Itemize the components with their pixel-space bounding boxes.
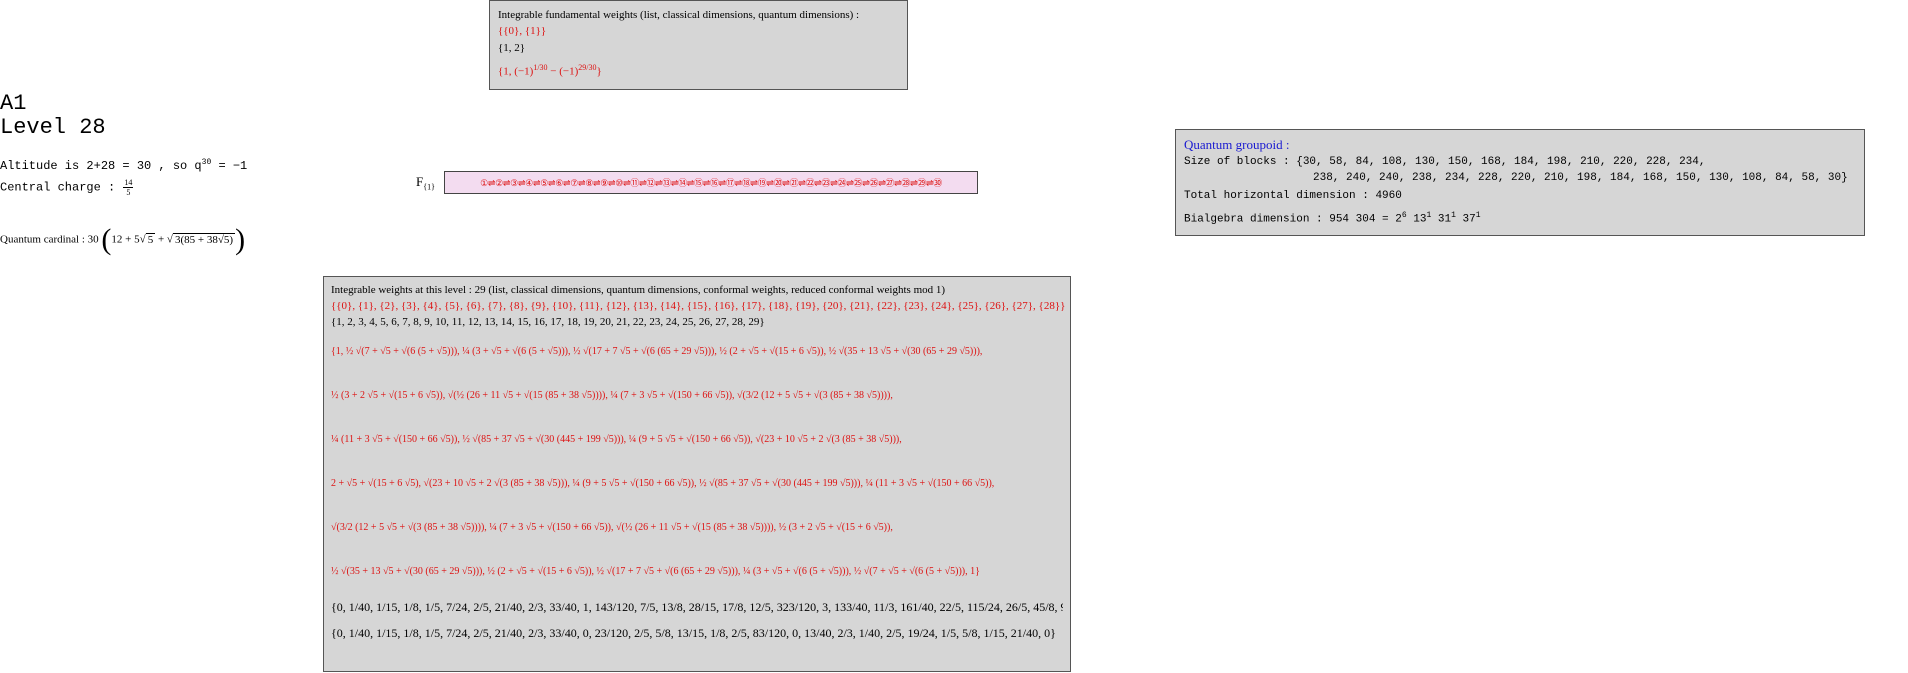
weights-title: Integrable weights at this level : 29 (l… [331,284,946,296]
quantum-groupoid-box: Quantum groupoid : Size of blocks : {30,… [1175,129,1865,236]
fusion-chain: ①⇌②⇌③⇌④⇌⑤⇌⑥⇌⑦⇌⑧⇌⑨⇌⑩⇌⑪⇌⑫⇌⑬⇌⑭⇌⑮⇌⑯⇌⑰⇌⑱⇌⑲⇌⑳⇌… [480,178,942,188]
fundamental-classical-dims: {1, 2} [498,42,526,54]
algebra-title: A1 [0,91,27,116]
conformal-weights: {0, 1/40, 1/15, 1/8, 1/5, 7/24, 2/5, 21/… [331,600,1063,614]
fundamental-quantum-dims: {1, (−1)1/30 − (−1)29/30} [498,63,602,78]
quantum-dims-line-5: √(3/2 (12 + 5 √5 + √(3 (85 + 38 √5)))), … [331,522,893,533]
block-sizes: Size of blocks : {30, 58, 84, 108, 130, … [1184,156,1706,168]
quantum-dims-line-1: {1, ½ √(7 + √5 + √(6 (5 + √5))), ¼ (3 + … [331,346,983,357]
bialgebra-dimension: Bialgebra dimension : 954 304 = 26 131 3… [1184,211,1481,226]
quantum-cardinal-line: Quantum cardinal : 30 (12 + 5√ 5 + √ 3(85 … [0,223,246,256]
groupoid-title: Quantum groupoid : [1184,137,1290,152]
fusion-label: F{1} [416,174,435,192]
fundamental-weights-list: {{0}, {1}} [498,25,547,37]
integrable-weights-box: Integrable weights at this level : 29 (l… [323,276,1071,672]
weights-list: {{0}, {1}, {2}, {3}, {4}, {5}, {6}, {7},… [331,300,1066,312]
fundamental-weights-box: Integrable fundamental weights (list, cl… [489,0,908,90]
reduced-conformal-weights: {0, 1/40, 1/15, 1/8, 1/5, 7/24, 2/5, 21/… [331,626,1056,640]
block-sizes-cont: 238, 240, 240, 238, 234, 228, 220, 210, … [1313,172,1848,184]
quantum-dims-line-4: 2 + √5 + √(15 + 6 √5), √(23 + 10 √5 + 2 … [331,478,995,489]
level-title: Level 28 [0,115,106,140]
quantum-dims-line-3: ¼ (11 + 3 √5 + √(150 + 66 √5)), ½ √(85 +… [331,434,902,445]
quantum-dims-line-6: ½ √(35 + 13 √5 + √(30 (65 + 29 √5))), ½ … [331,566,980,577]
fundamental-weights-title: Integrable fundamental weights (list, cl… [498,9,860,21]
total-horizontal-dimension: Total horizontal dimension : 4960 [1184,190,1402,202]
fusion-graph: ①⇌②⇌③⇌④⇌⑤⇌⑥⇌⑦⇌⑧⇌⑨⇌⑩⇌⑪⇌⑫⇌⑬⇌⑭⇌⑮⇌⑯⇌⑰⇌⑱⇌⑲⇌⑳⇌… [444,171,978,194]
altitude-line: Altitude is 2+28 = 30 , so q30 = −1 [0,158,248,173]
central-charge-line: Central charge : 14 5 [0,178,134,197]
quantum-dims-line-2: ½ (3 + 2 √5 + √(15 + 6 √5)), √(½ (26 + 1… [331,390,893,401]
weights-classical-dims: {1, 2, 3, 4, 5, 6, 7, 8, 9, 10, 11, 12, … [331,316,765,328]
